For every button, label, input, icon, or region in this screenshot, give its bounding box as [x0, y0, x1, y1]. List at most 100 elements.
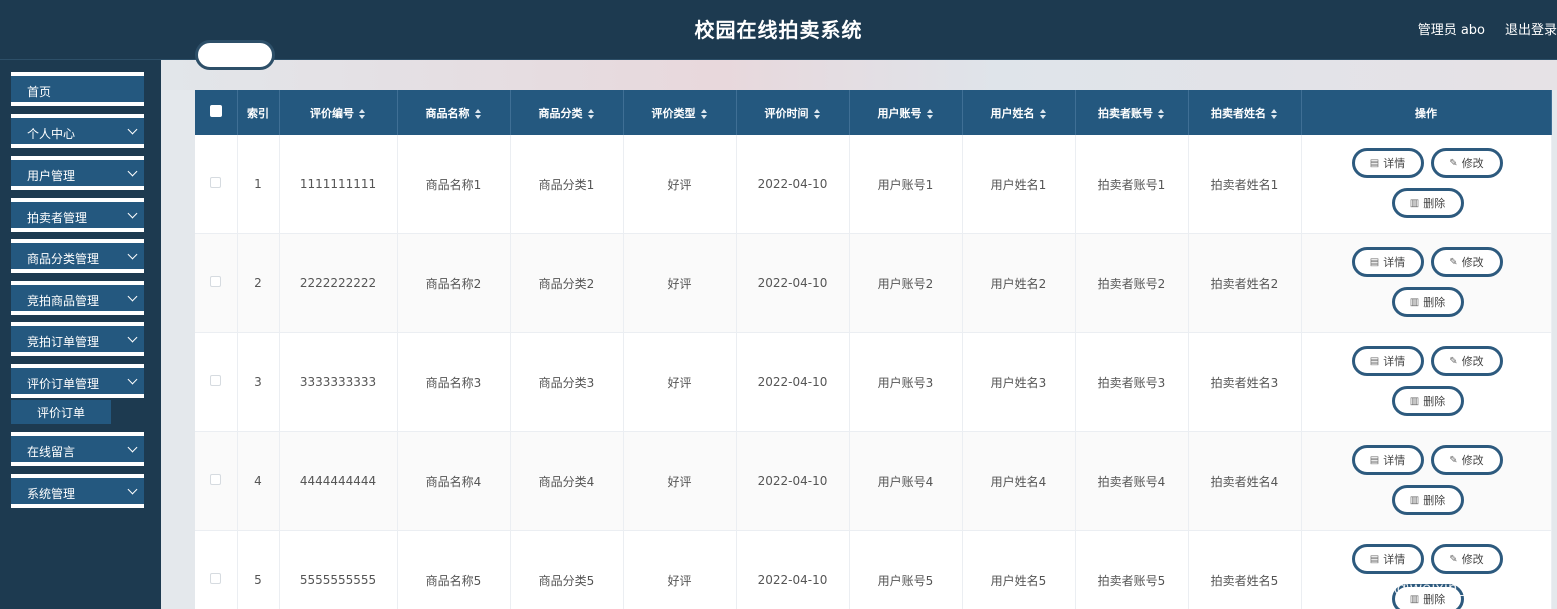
column-header-user-account[interactable]: 用户账号 — [849, 90, 963, 135]
row-checkbox[interactable] — [210, 177, 222, 188]
actions-cell: ▤ 详情 ✎ 修改 ▥ 删除 — [1301, 332, 1552, 432]
edit-button[interactable]: ✎ 修改 — [1430, 544, 1503, 574]
sort-icon[interactable] — [813, 108, 821, 119]
detail-button[interactable]: ▤ 详情 — [1351, 445, 1424, 475]
detail-button[interactable]: ▤ 详情 — [1351, 247, 1424, 277]
main-content: 索引 评价编号 商品名称 商品分类 评价类型 评价时间 用户账号 用户姓名 拍卖… — [161, 40, 1557, 609]
table-cell: 1111111111 — [279, 135, 398, 234]
sort-icon[interactable] — [587, 108, 595, 119]
table-cell: 好评 — [623, 530, 737, 609]
sidebar-item-auctioneers[interactable]: 拍卖者管理 — [11, 198, 144, 232]
sort-icon[interactable] — [1039, 108, 1047, 119]
column-header-review-time[interactable]: 评价时间 — [736, 90, 850, 135]
column-header-auctioneer-account[interactable]: 拍卖者账号 — [1075, 90, 1189, 135]
sidebar-item-users[interactable]: 用户管理 — [11, 156, 144, 190]
document-icon: ▤ — [1369, 157, 1380, 169]
table-cell: 用户账号3 — [849, 332, 963, 432]
table-cell: 商品分类5 — [510, 530, 624, 609]
column-header-product-name[interactable]: 商品名称 — [397, 90, 511, 135]
sidebar-item-profile[interactable]: 个人中心 — [11, 114, 144, 148]
row-checkbox[interactable] — [210, 276, 222, 287]
table-cell: 商品名称1 — [397, 135, 511, 234]
sort-icon[interactable] — [359, 108, 366, 119]
actions-cell: ▤ 详情 ✎ 修改 ▥ 删除 — [1301, 233, 1552, 333]
table-row[interactable]: 3 3333333333 商品名称3 商品分类3 好评 2022-04-10 用户账号3 用户… — [195, 332, 1552, 432]
pencil-icon: ✎ — [1449, 157, 1458, 169]
toolbar-button[interactable] — [195, 40, 275, 70]
edit-button[interactable]: ✎ 修改 — [1430, 346, 1503, 376]
edit-button[interactable]: ✎ 修改 — [1430, 247, 1503, 277]
table-cell: 2022-04-10 — [736, 431, 850, 531]
pencil-icon: ✎ — [1449, 454, 1458, 466]
sidebar-item-label: 商品分类管理 — [27, 252, 100, 266]
select-all-checkbox[interactable] — [209, 105, 222, 117]
table-cell: 商品名称5 — [397, 530, 511, 609]
sort-icon[interactable] — [1158, 108, 1165, 119]
column-header-category[interactable]: 商品分类 — [510, 90, 624, 135]
detail-button[interactable]: ▤ 详情 — [1351, 346, 1424, 376]
row-select-cell — [195, 233, 238, 333]
select-all-cell — [195, 90, 238, 135]
column-header-user-name[interactable]: 用户姓名 — [962, 90, 1076, 135]
sort-icon[interactable] — [1271, 108, 1278, 119]
edit-button[interactable]: ✎ 修改 — [1430, 148, 1503, 178]
table-cell: 好评 — [623, 431, 737, 531]
detail-button[interactable]: ▤ 详情 — [1351, 544, 1424, 574]
sidebar-item-categories[interactable]: 商品分类管理 — [11, 239, 144, 273]
row-checkbox[interactable] — [210, 375, 222, 386]
chevron-down-icon — [127, 442, 138, 453]
sort-icon[interactable] — [700, 108, 708, 119]
edit-button[interactable]: ✎ 修改 — [1430, 445, 1503, 475]
review-table: 索引 评价编号 商品名称 商品分类 评价类型 评价时间 用户账号 用户姓名 拍卖… — [195, 90, 1552, 609]
row-actions: ▤ 详情 ✎ 修改 ▥ 删除 — [1302, 234, 1551, 332]
delete-button[interactable]: ▥ 删除 — [1391, 287, 1464, 317]
column-header-auctioneer-name[interactable]: 拍卖者姓名 — [1188, 90, 1302, 135]
edit-button-label: 修改 — [1461, 157, 1484, 170]
table-cell: 拍卖者账号4 — [1075, 431, 1189, 531]
row-checkbox[interactable] — [210, 573, 222, 584]
table-cell: 4 — [237, 431, 280, 531]
table-cell: 拍卖者账号5 — [1075, 530, 1189, 609]
column-header-review-id[interactable]: 评价编号 — [279, 90, 398, 135]
logout-link[interactable]: 退出登录 — [1505, 19, 1557, 38]
column-header-review-type[interactable]: 评价类型 — [623, 90, 737, 135]
detail-button[interactable]: ▤ 详情 — [1351, 148, 1424, 178]
sidebar-item-system[interactable]: 系统管理 — [11, 474, 144, 508]
table-row[interactable]: 1 1111111111 商品名称1 商品分类1 好评 2022-04-10 用户账号1 用户… — [195, 135, 1552, 234]
sidebar-item-label: 系统管理 — [27, 487, 76, 501]
chevron-down-icon — [127, 208, 138, 219]
delete-button[interactable]: ▥ 删除 — [1391, 188, 1464, 218]
table-cell: 商品分类2 — [510, 233, 624, 333]
row-checkbox[interactable] — [210, 474, 222, 485]
table-cell: 用户账号5 — [849, 530, 963, 609]
delete-button[interactable]: ▥ 删除 — [1391, 485, 1464, 515]
sidebar-item-home[interactable]: 首页 — [11, 72, 144, 106]
table-cell: 好评 — [623, 233, 737, 333]
trash-icon: ▥ — [1409, 296, 1420, 308]
table-cell: 商品分类1 — [510, 135, 624, 234]
sidebar-item-review-orders[interactable]: 评价订单管理 — [11, 364, 144, 398]
table-row[interactable]: 4 4444444444 商品名称4 商品分类4 好评 2022-04-10 用户账号4 用户… — [195, 431, 1552, 531]
sort-icon[interactable] — [474, 108, 482, 119]
sidebar-item-auction-goods[interactable]: 竞拍商品管理 — [11, 281, 144, 315]
row-select-cell — [195, 530, 238, 609]
table-cell: 1 — [237, 135, 280, 234]
table-row[interactable]: 2 2222222222 商品名称2 商品分类2 好评 2022-04-10 用户账号2 用户… — [195, 233, 1552, 333]
sidebar-item-auction-orders[interactable]: 竞拍订单管理 — [11, 322, 144, 356]
sort-icon[interactable] — [926, 108, 934, 119]
table-cell: 拍卖者姓名3 — [1188, 332, 1302, 432]
sidebar-item-messages[interactable]: 在线留言 — [11, 432, 144, 466]
page-title: 校园在线拍卖系统 — [694, 18, 863, 42]
delete-button[interactable]: ▥ 删除 — [1391, 386, 1464, 416]
detail-button-label: 详情 — [1383, 256, 1406, 269]
submenu-item-review-order[interactable]: 评价订单 — [11, 400, 111, 424]
table-cell: 用户姓名4 — [962, 431, 1076, 531]
table-cell: 拍卖者姓名5 — [1188, 530, 1302, 609]
column-header-label: 评价类型 — [651, 106, 696, 120]
pencil-icon: ✎ — [1449, 553, 1458, 565]
column-header-label: 拍卖者姓名 — [1211, 106, 1266, 120]
trash-icon: ▥ — [1409, 395, 1420, 407]
sidebar-item-label: 用户管理 — [27, 169, 76, 183]
table-cell: 2 — [237, 233, 280, 333]
document-icon: ▤ — [1369, 553, 1380, 565]
